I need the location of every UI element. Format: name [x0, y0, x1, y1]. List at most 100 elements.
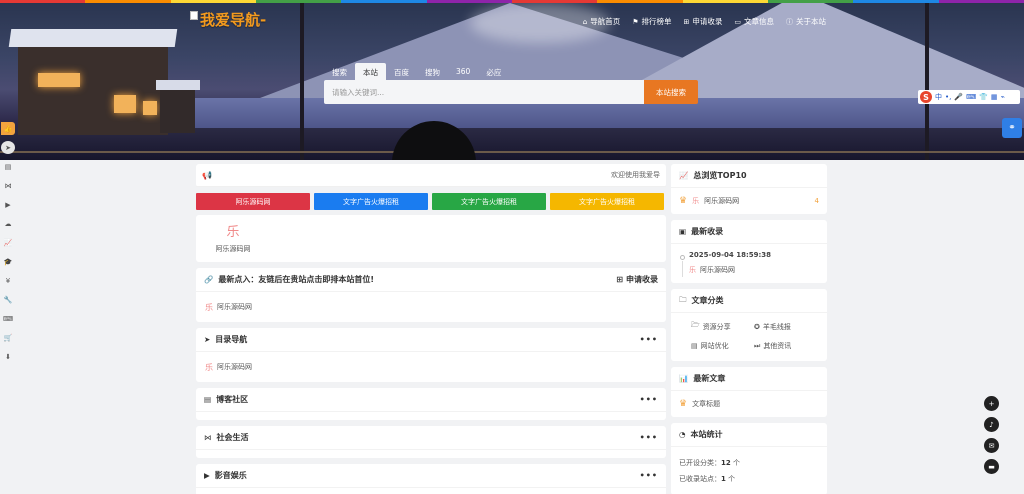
site-tile[interactable]: 乐 阿乐源码网: [198, 215, 268, 262]
section-title: 最新收录: [691, 227, 724, 236]
notice-text: 欢迎使用我爱导: [611, 171, 660, 179]
cart-icon[interactable]: 🛒: [1, 331, 15, 344]
ime-tool-icon[interactable]: ⌨: [966, 93, 976, 101]
link-icon: 🔗: [204, 275, 214, 284]
nav-label: 关于本站: [796, 17, 826, 26]
list-item[interactable]: 乐阿乐源码网: [196, 352, 666, 382]
site-name: 阿乐源码网: [704, 197, 740, 205]
more-icon[interactable]: •••: [640, 471, 658, 480]
category-section: ⋈ 社会生活 •••: [196, 426, 666, 458]
main-column: 📢 欢迎使用我爱导 阿乐源码网 文字广告火爆招租 文字广告火爆招租 文字广告火爆…: [196, 164, 666, 494]
keyboard-icon[interactable]: ⌨: [1, 312, 15, 325]
send-icon[interactable]: ➤: [1, 141, 15, 154]
nav-label: 导航首页: [590, 17, 621, 26]
articles-card: 📊 最新文章 ♛ 文章标题: [671, 367, 827, 417]
thumbs-up-icon[interactable]: 👍: [1, 122, 15, 135]
stat-row: 已收录站点：1 个: [679, 471, 819, 487]
more-icon[interactable]: •••: [640, 433, 658, 442]
list-item[interactable]: 乐阿乐源码网: [689, 265, 819, 275]
site-name: 阿乐源码网: [700, 266, 735, 274]
category-section: ▤ 博客社区 •••: [196, 388, 666, 420]
mail-icon[interactable]: ▬: [984, 459, 999, 474]
category-label: 资源分享: [702, 322, 731, 331]
apply-link-label: 申请收录: [626, 275, 658, 284]
category-link[interactable]: ✪ 羊毛线报: [754, 321, 817, 332]
crown-icon: ♛: [679, 399, 688, 409]
more-icon[interactable]: •••: [640, 395, 658, 404]
hero-banner: 我爱导航- ⌂ 导航首页 ⚑ 排行榜单 ⊞ 申请收录 ▭ 文章信息 ⓘ 关于本站 搜索 本站 百度 搜狗…: [0, 3, 1024, 160]
category-label: 其他资讯: [763, 342, 792, 350]
more-icon[interactable]: •••: [640, 335, 658, 344]
stat-label: 已开设分类：: [679, 459, 721, 467]
category-link[interactable]: 🗁 资源分享: [691, 321, 754, 332]
left-sidebar: 👍 ➤ ▤ ⋈ ▶ ☁ 📈 🎓 ¥ 🔧 ⌨ 🛒 ⬇: [0, 122, 16, 363]
section-title: 总浏览TOP10: [693, 171, 747, 180]
site-logo[interactable]: 我爱导航-: [190, 9, 266, 30]
site-name: 阿乐源码网: [215, 245, 251, 253]
apply-link[interactable]: ⊞ 申请收录: [616, 274, 658, 285]
bar-chart-icon: 📊: [679, 374, 689, 383]
stats-card: ◔ 本站统计 已开设分类：12 个 已收录站点：1 个: [671, 423, 827, 494]
list-item[interactable]: 乐阿乐源码网: [196, 292, 666, 322]
rank-item[interactable]: ♛ 乐 阿乐源码网 4: [671, 188, 827, 214]
timeline-line: [682, 261, 683, 277]
category-link[interactable]: ▤ 网站优化: [691, 341, 754, 351]
ime-tool-icon[interactable]: ⌁: [1001, 93, 1005, 101]
ime-tool-icon[interactable]: 中: [935, 92, 942, 102]
broken-image-icon: [190, 11, 198, 20]
timestamp: 2025-09-04 18:59:38: [689, 251, 772, 259]
plus-square-icon: ⊞: [616, 275, 623, 284]
category-label: 网站优化: [700, 342, 729, 350]
graduation-icon[interactable]: 🎓: [1, 255, 15, 268]
download-icon[interactable]: ⬇: [1, 350, 15, 363]
file-icon[interactable]: ▤: [1, 160, 15, 173]
view-count: 4: [814, 197, 819, 205]
megaphone-icon: 📢: [202, 170, 212, 180]
logo-text: 我爱导航-: [200, 11, 267, 29]
category-card: 🗀 文章分类 🗁 资源分享 ✪ 羊毛线报 ▤ 网站优化 ⏭ 其他资讯: [671, 289, 827, 361]
nav-item-2[interactable]: ⊞ 申请收录: [684, 16, 723, 27]
wechat-icon[interactable]: ✉: [984, 438, 999, 453]
nav-item-1[interactable]: ⚑ 排行榜单: [632, 16, 671, 27]
site-logo-icon: 乐: [226, 225, 240, 240]
floating-share-button[interactable]: ⚭: [1002, 118, 1022, 138]
ad-banner[interactable]: 文字广告火爆招租: [314, 193, 428, 210]
ad-banner[interactable]: 文字广告火爆招租: [432, 193, 546, 210]
share-icon: ⋈: [204, 433, 212, 442]
category-link[interactable]: ⏭ 其他资讯: [754, 341, 817, 351]
ad-row: 阿乐源码网 文字广告火爆招租 文字广告火爆招租 文字广告火爆招租: [196, 187, 666, 210]
folder-icon: 🗀: [679, 295, 687, 304]
sogou-logo-icon[interactable]: S: [920, 91, 932, 103]
ime-tool-icon[interactable]: ▦: [991, 93, 998, 101]
ad-banner[interactable]: 阿乐源码网: [196, 193, 310, 210]
ad-banner[interactable]: 文字广告火爆招租: [550, 193, 664, 210]
chart-icon[interactable]: 📈: [1, 236, 15, 249]
site-name: 阿乐源码网: [217, 363, 252, 371]
home-icon: ⌂: [582, 17, 588, 26]
timeline: 2025-09-04 18:59:38 乐阿乐源码网: [671, 244, 827, 283]
cloud-icon[interactable]: ☁: [1, 217, 15, 230]
nav-item-0[interactable]: ⌂ 导航首页: [583, 16, 620, 27]
ime-tool-icon[interactable]: 👕: [979, 93, 988, 101]
top-navigation: ⌂ 导航首页 ⚑ 排行榜单 ⊞ 申请收录 ▭ 文章信息 ⓘ 关于本站: [583, 16, 826, 27]
site-logo-icon: 乐: [689, 266, 696, 274]
plus-icon[interactable]: +: [984, 396, 999, 411]
ime-tool-icon[interactable]: •,: [945, 93, 951, 101]
crown-icon: ♛: [679, 196, 688, 206]
share-icon[interactable]: ⋈: [1, 179, 15, 192]
bell-icon[interactable]: ♪: [984, 417, 999, 432]
search-button[interactable]: 本站搜索: [644, 80, 698, 104]
nav-item-3[interactable]: ▭ 文章信息: [734, 16, 774, 27]
house-illustration: [156, 80, 200, 133]
nav-item-4[interactable]: ⓘ 关于本站: [786, 16, 826, 27]
article-item[interactable]: ♛ 文章标题: [671, 391, 827, 417]
category-section: ➤ 目录导航 ••• 乐阿乐源码网: [196, 328, 666, 382]
search-input[interactable]: [324, 80, 644, 104]
ime-tool-icon[interactable]: 🎤: [954, 93, 963, 101]
search-bar: 本站搜索: [324, 80, 698, 104]
wrench-icon[interactable]: 🔧: [1, 293, 15, 306]
flag-icon: ⚑: [632, 17, 639, 26]
video-icon[interactable]: ▶: [1, 198, 15, 211]
yen-icon[interactable]: ¥: [1, 274, 15, 287]
file-icon: ▤: [204, 395, 212, 404]
